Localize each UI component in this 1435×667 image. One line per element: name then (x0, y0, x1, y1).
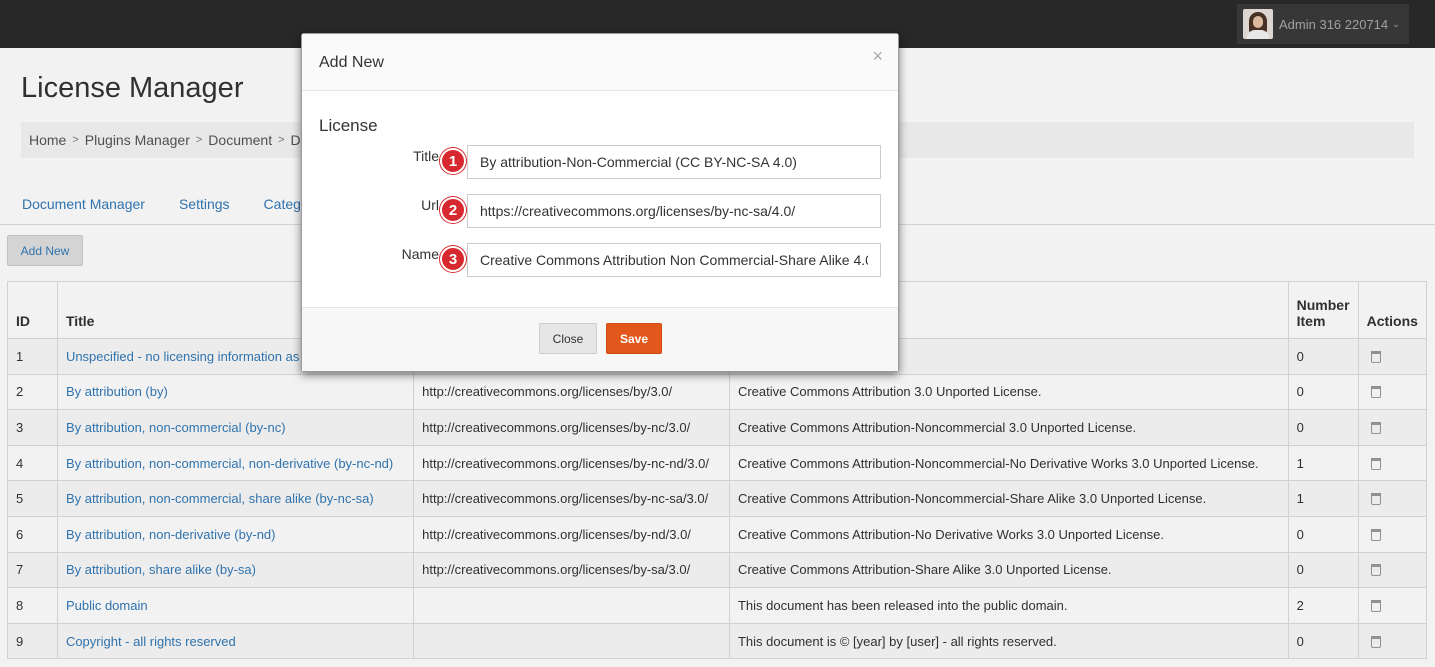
field-label-title: Title (413, 148, 439, 164)
step-badge-2: 2 (440, 197, 466, 223)
close-icon[interactable]: × (872, 46, 883, 67)
section-title-license: License (319, 116, 378, 135)
dialog-footer: Close Save (302, 307, 898, 371)
dialog-title: Add New (319, 54, 384, 71)
field-label-url: Url (421, 197, 439, 213)
form-row-name: Name 3 (302, 243, 900, 278)
save-button[interactable]: Save (606, 323, 662, 354)
step-badge-1: 1 (440, 148, 466, 174)
add-new-dialog: Add New × License Title 1 Url 2 Name 3 C… (301, 33, 899, 372)
form-row-url: Url 2 (302, 194, 900, 229)
dialog-header: Add New × (302, 34, 898, 91)
step-badge-3: 3 (440, 246, 466, 272)
license-url-input[interactable] (467, 194, 881, 228)
field-label-name: Name (401, 246, 439, 262)
close-button[interactable]: Close (539, 323, 597, 354)
license-name-input[interactable] (467, 243, 881, 277)
form-row-title: Title 1 (302, 145, 900, 180)
license-title-input[interactable] (467, 145, 881, 179)
